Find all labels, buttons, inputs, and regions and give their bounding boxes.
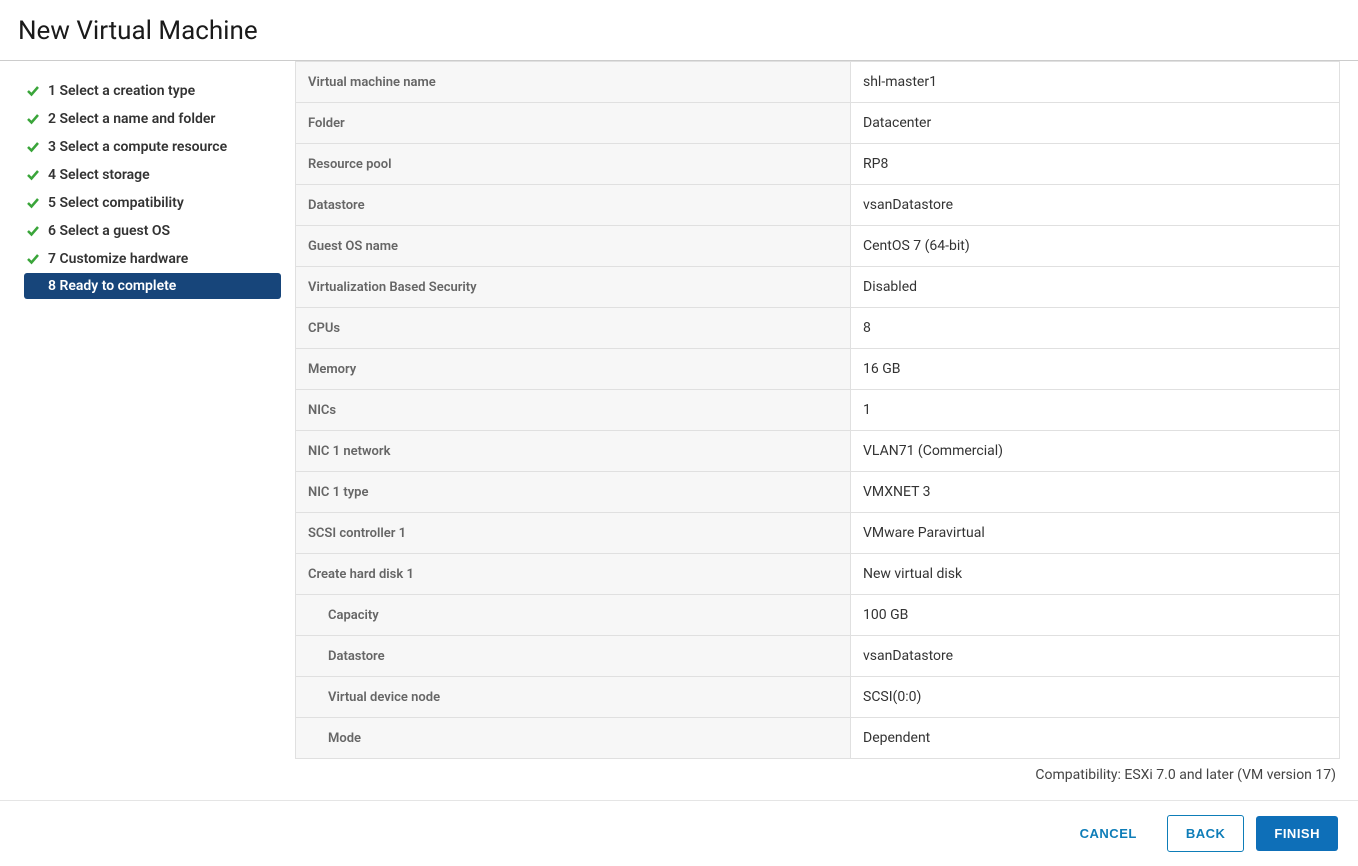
row-val: VMware Paravirtual — [851, 513, 1340, 554]
step-1-creation-type[interactable]: 1 Select a creation type — [24, 77, 281, 105]
step-label: 5 Select compatibility — [48, 195, 184, 211]
row-val: Datacenter — [851, 103, 1340, 144]
row-val: 100 GB — [851, 595, 1340, 636]
row-val: shl-master1 — [851, 62, 1340, 103]
page-title: New Virtual Machine — [18, 16, 1340, 46]
step-8-ready-to-complete[interactable]: 8 Ready to complete — [24, 273, 281, 299]
row-key: SCSI controller 1 — [296, 513, 851, 554]
cancel-button[interactable]: CANCEL — [1062, 816, 1155, 851]
table-row: ModeDependent — [296, 718, 1340, 759]
table-row: SCSI controller 1VMware Paravirtual — [296, 513, 1340, 554]
row-val: CentOS 7 (64-bit) — [851, 226, 1340, 267]
row-val: Dependent — [851, 718, 1340, 759]
row-val: VLAN71 (Commercial) — [851, 431, 1340, 472]
check-icon — [24, 166, 42, 184]
row-val: 8 — [851, 308, 1340, 349]
step-label: 7 Customize hardware — [48, 251, 188, 267]
step-label: 8 Ready to complete — [24, 278, 176, 294]
step-label: 1 Select a creation type — [48, 83, 195, 99]
wizard-header: New Virtual Machine — [0, 0, 1358, 61]
row-key: NIC 1 network — [296, 431, 851, 472]
compatibility-label: Compatibility: ESXi 7.0 and later (VM ve… — [295, 759, 1340, 783]
row-key: Datastore — [296, 185, 851, 226]
row-key: Capacity — [296, 595, 851, 636]
step-6-guest-os[interactable]: 6 Select a guest OS — [24, 217, 281, 245]
row-val: RP8 — [851, 144, 1340, 185]
step-label: 3 Select a compute resource — [48, 139, 227, 155]
table-row: Virtual machine nameshl-master1 — [296, 62, 1340, 103]
table-row: CPUs8 — [296, 308, 1340, 349]
table-row: Capacity100 GB — [296, 595, 1340, 636]
wizard-steps: 1 Select a creation type 2 Select a name… — [0, 61, 295, 807]
check-icon — [24, 222, 42, 240]
row-key: NICs — [296, 390, 851, 431]
row-key: Virtualization Based Security — [296, 267, 851, 308]
row-key: Folder — [296, 103, 851, 144]
step-5-compatibility[interactable]: 5 Select compatibility — [24, 189, 281, 217]
step-label: 2 Select a name and folder — [48, 111, 215, 127]
row-key: CPUs — [296, 308, 851, 349]
step-2-name-folder[interactable]: 2 Select a name and folder — [24, 105, 281, 133]
row-key: Memory — [296, 349, 851, 390]
table-row: DatastorevsanDatastore — [296, 185, 1340, 226]
step-label: 6 Select a guest OS — [48, 223, 170, 239]
check-icon — [24, 138, 42, 156]
step-4-storage[interactable]: 4 Select storage — [24, 161, 281, 189]
check-icon — [24, 110, 42, 128]
step-7-customize-hardware[interactable]: 7 Customize hardware — [24, 245, 281, 273]
step-3-compute-resource[interactable]: 3 Select a compute resource — [24, 133, 281, 161]
wizard-body: 1 Select a creation type 2 Select a name… — [0, 61, 1358, 807]
row-val: 16 GB — [851, 349, 1340, 390]
row-key: Guest OS name — [296, 226, 851, 267]
table-row: Memory16 GB — [296, 349, 1340, 390]
table-row: Resource poolRP8 — [296, 144, 1340, 185]
finish-button[interactable]: FINISH — [1256, 816, 1338, 851]
table-row: FolderDatacenter — [296, 103, 1340, 144]
check-icon — [24, 194, 42, 212]
row-val: VMXNET 3 — [851, 472, 1340, 513]
row-key: Mode — [296, 718, 851, 759]
row-val: New virtual disk — [851, 554, 1340, 595]
row-val: SCSI(0:0) — [851, 677, 1340, 718]
row-key: Virtual device node — [296, 677, 851, 718]
row-val: Disabled — [851, 267, 1340, 308]
table-row: Create hard disk 1New virtual disk — [296, 554, 1340, 595]
table-row: Virtualization Based SecurityDisabled — [296, 267, 1340, 308]
step-label: 4 Select storage — [48, 167, 150, 183]
check-icon — [24, 82, 42, 100]
summary-table: Virtual machine nameshl-master1 FolderDa… — [295, 61, 1340, 759]
summary-panel: Virtual machine nameshl-master1 FolderDa… — [295, 61, 1358, 807]
table-row: NIC 1 typeVMXNET 3 — [296, 472, 1340, 513]
table-row: NICs1 — [296, 390, 1340, 431]
table-row: Guest OS nameCentOS 7 (64-bit) — [296, 226, 1340, 267]
row-key: NIC 1 type — [296, 472, 851, 513]
table-row: DatastorevsanDatastore — [296, 636, 1340, 677]
row-key: Virtual machine name — [296, 62, 851, 103]
row-val: vsanDatastore — [851, 636, 1340, 677]
table-row: Virtual device nodeSCSI(0:0) — [296, 677, 1340, 718]
wizard-footer: CANCEL BACK FINISH — [0, 800, 1358, 866]
row-key: Resource pool — [296, 144, 851, 185]
table-row: NIC 1 networkVLAN71 (Commercial) — [296, 431, 1340, 472]
row-val: 1 — [851, 390, 1340, 431]
row-key: Datastore — [296, 636, 851, 677]
row-key: Create hard disk 1 — [296, 554, 851, 595]
row-val: vsanDatastore — [851, 185, 1340, 226]
check-icon — [24, 250, 42, 268]
back-button[interactable]: BACK — [1167, 815, 1245, 852]
